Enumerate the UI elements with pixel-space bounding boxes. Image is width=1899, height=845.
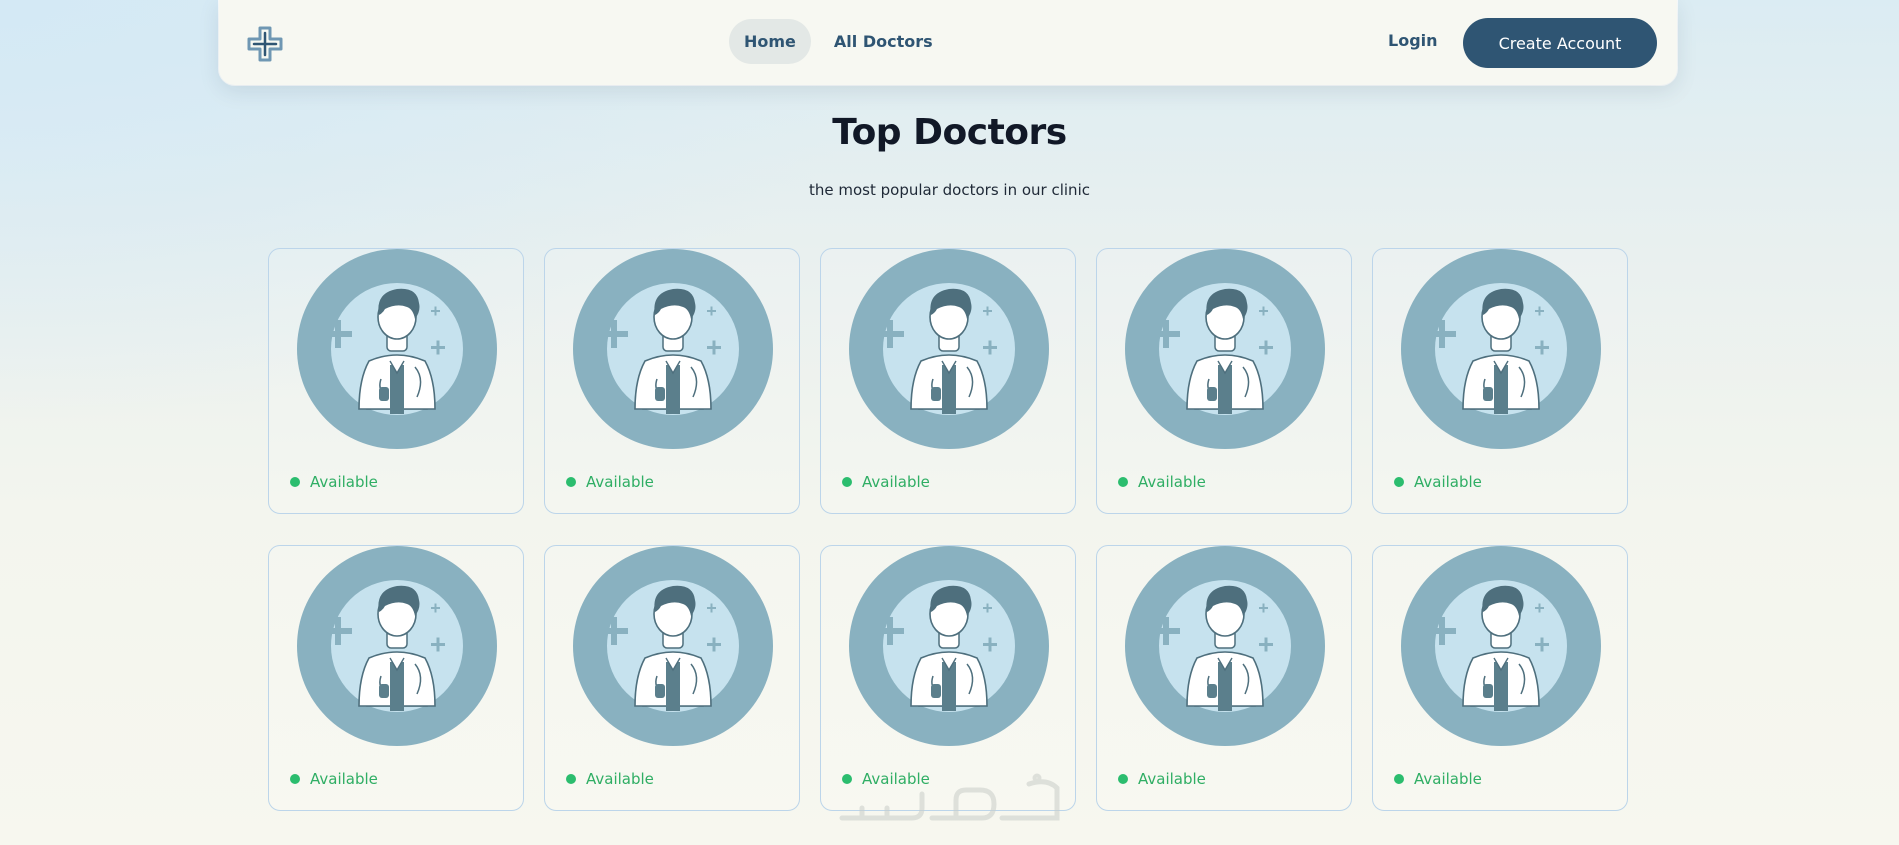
availability-status: Available: [1118, 770, 1206, 788]
availability-label: Available: [586, 770, 654, 788]
doctor-avatar-icon: [1125, 249, 1325, 449]
availability-status: Available: [1394, 473, 1482, 491]
availability-label: Available: [586, 473, 654, 491]
availability-dot-icon: [1118, 774, 1128, 784]
availability-dot-icon: [842, 477, 852, 487]
page-title: Top Doctors: [832, 112, 1067, 153]
availability-label: Available: [862, 473, 930, 491]
availability-status: Available: [290, 473, 378, 491]
watermark-logo: [832, 770, 1068, 832]
login-link[interactable]: Login: [1388, 31, 1438, 50]
doctor-avatar-icon: [1401, 249, 1601, 449]
doctor-avatar-icon: [297, 249, 497, 449]
doctor-card[interactable]: Available: [544, 545, 800, 811]
doctor-avatar-icon: [1125, 546, 1325, 746]
availability-dot-icon: [566, 774, 576, 784]
availability-status: Available: [1118, 473, 1206, 491]
page-subtitle: the most popular doctors in our clinic: [809, 181, 1090, 199]
doctor-avatar-icon: [573, 546, 773, 746]
availability-status: Available: [566, 770, 654, 788]
doctor-card[interactable]: Available: [268, 545, 524, 811]
availability-label: Available: [1138, 473, 1206, 491]
availability-status: Available: [842, 473, 930, 491]
doctors-grid: Available Available Available Available …: [268, 248, 1628, 811]
availability-status: Available: [1394, 770, 1482, 788]
doctor-avatar-icon: [849, 249, 1049, 449]
medical-cross-logo-icon[interactable]: [245, 24, 285, 64]
availability-dot-icon: [1118, 477, 1128, 487]
doctor-card[interactable]: Available: [268, 248, 524, 514]
availability-status: Available: [566, 473, 654, 491]
doctor-avatar-icon: [573, 249, 773, 449]
availability-dot-icon: [290, 477, 300, 487]
doctor-card[interactable]: Available: [1372, 248, 1628, 514]
nav-links: Home All Doctors: [729, 19, 948, 64]
availability-label: Available: [310, 770, 378, 788]
doctor-card[interactable]: Available: [1096, 248, 1352, 514]
nav-link-home[interactable]: Home: [729, 19, 811, 64]
create-account-button[interactable]: Create Account: [1463, 18, 1657, 68]
nav-link-all-doctors[interactable]: All Doctors: [819, 19, 948, 64]
availability-label: Available: [1414, 770, 1482, 788]
availability-dot-icon: [290, 774, 300, 784]
doctor-card[interactable]: Available: [1372, 545, 1628, 811]
top-navbar: Home All Doctors Login Create Account: [219, 0, 1677, 85]
availability-dot-icon: [1394, 477, 1404, 487]
doctor-card[interactable]: Available: [820, 248, 1076, 514]
doctor-avatar-icon: [849, 546, 1049, 746]
availability-dot-icon: [566, 477, 576, 487]
availability-label: Available: [1414, 473, 1482, 491]
availability-status: Available: [290, 770, 378, 788]
doctor-card[interactable]: Available: [544, 248, 800, 514]
doctor-avatar-icon: [297, 546, 497, 746]
availability-label: Available: [1138, 770, 1206, 788]
doctor-card[interactable]: Available: [1096, 545, 1352, 811]
availability-label: Available: [310, 473, 378, 491]
availability-dot-icon: [1394, 774, 1404, 784]
doctor-avatar-icon: [1401, 546, 1601, 746]
